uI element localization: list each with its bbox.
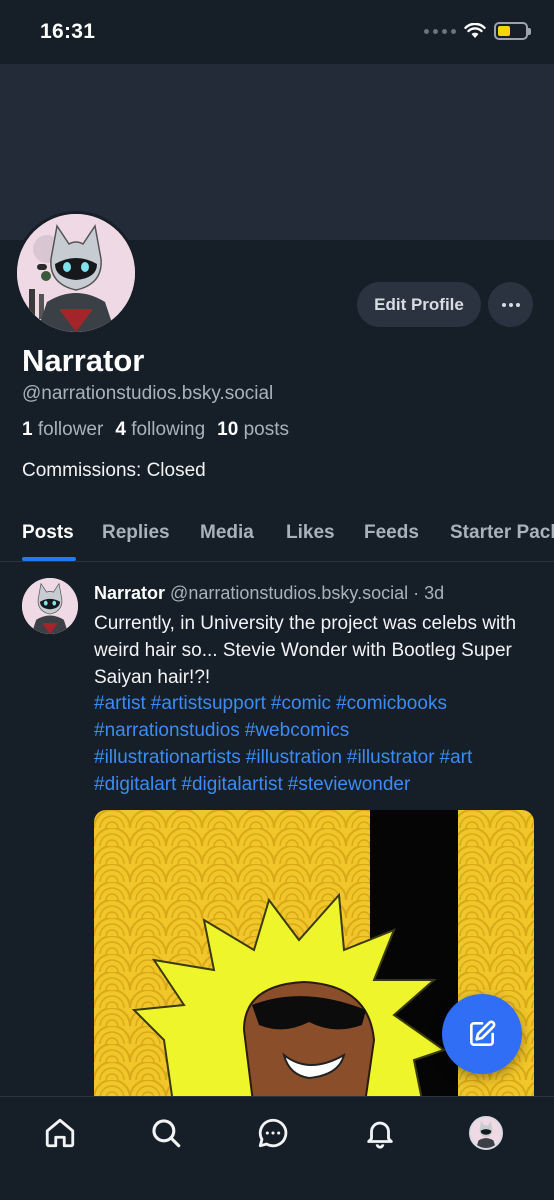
post-author-name[interactable]: Narrator: [94, 583, 165, 603]
profile-stats: 1 follower 4 following 10 posts: [22, 419, 289, 441]
following-label: following: [131, 419, 206, 440]
hashtag[interactable]: #digitalart: [94, 774, 176, 795]
hashtag[interactable]: #steviewonder: [288, 774, 411, 795]
nav-notifications[interactable]: [362, 1115, 398, 1151]
tab-replies[interactable]: Replies: [102, 522, 170, 544]
post-header: Narrator @narrationstudios.bsky.social ·…: [94, 583, 444, 604]
bottom-navigation: [0, 1096, 554, 1200]
post-hashtags: #artist #artistsupport #comic #comicbooks #…: [94, 690, 538, 798]
battery-icon: [494, 22, 531, 40]
profile-tabs: Posts Replies Media Likes Feeds Starter …: [0, 508, 554, 562]
hashtag[interactable]: #artistsupport: [151, 693, 266, 714]
tab-posts[interactable]: Posts: [22, 522, 74, 544]
nav-search[interactable]: [148, 1115, 184, 1151]
avatar-illustration: [17, 214, 135, 332]
hashtag[interactable]: #comicbooks: [336, 693, 447, 714]
post-time[interactable]: 3d: [424, 583, 444, 603]
following-stat[interactable]: 4 following: [115, 419, 205, 441]
chat-icon: [258, 1118, 288, 1148]
followers-stat[interactable]: 1 follower: [22, 419, 103, 441]
ellipsis-icon[interactable]: [488, 282, 533, 327]
tab-media[interactable]: Media: [200, 522, 254, 544]
display-name: Narrator: [22, 343, 145, 378]
post-separator: ·: [413, 583, 420, 603]
profile-handle: @narrationstudios.bsky.social: [22, 383, 274, 404]
active-tab-indicator: [22, 557, 76, 561]
post-author-avatar[interactable]: [22, 578, 78, 634]
hashtag[interactable]: #artist: [94, 693, 146, 714]
nav-chat[interactable]: [255, 1115, 291, 1151]
wifi-icon: [464, 23, 486, 38]
hashtag[interactable]: #illustrator: [347, 747, 435, 768]
posts-label: posts: [243, 419, 289, 440]
posts-count: 10: [217, 419, 239, 440]
followers-count: 1: [22, 419, 33, 440]
bell-icon: [367, 1121, 393, 1149]
status-bar: 16:31: [0, 0, 554, 64]
edit-profile-button[interactable]: Edit Profile: [357, 282, 481, 327]
tab-feeds[interactable]: Feeds: [364, 522, 419, 544]
avatar: [469, 1116, 503, 1150]
search-icon: [152, 1119, 181, 1148]
hashtag[interactable]: #narrationstudios: [94, 720, 240, 741]
compose-button[interactable]: [442, 994, 522, 1074]
posts-stat: 10 posts: [217, 419, 289, 441]
compose-icon: [470, 1020, 496, 1046]
status-time: 16:31: [40, 20, 96, 43]
post-avatar-illustration: [22, 578, 78, 634]
tab-likes[interactable]: Likes: [286, 522, 335, 544]
hashtag[interactable]: #webcomics: [245, 720, 350, 741]
home-icon: [45, 1118, 75, 1148]
status-indicators: [424, 22, 531, 40]
tab-starter-packs[interactable]: Starter Packs: [450, 522, 554, 544]
hashtag[interactable]: #comic: [271, 693, 331, 714]
post-text: Currently, in University the project was…: [94, 613, 517, 688]
followers-label: follower: [37, 419, 104, 440]
hashtag[interactable]: #digitalartist: [181, 774, 282, 795]
following-count: 4: [115, 419, 126, 440]
profile-bio: Commissions: Closed: [22, 460, 206, 481]
profile-avatar[interactable]: [14, 211, 138, 335]
hashtag[interactable]: #illustration: [246, 747, 342, 768]
nav-profile[interactable]: [468, 1115, 504, 1151]
post-author-handle[interactable]: @narrationstudios.bsky.social: [170, 583, 408, 603]
hashtag[interactable]: #illustrationartists: [94, 747, 241, 768]
nav-home[interactable]: [42, 1115, 78, 1151]
signal-icon: [424, 28, 456, 34]
hashtag[interactable]: #art: [440, 747, 473, 768]
